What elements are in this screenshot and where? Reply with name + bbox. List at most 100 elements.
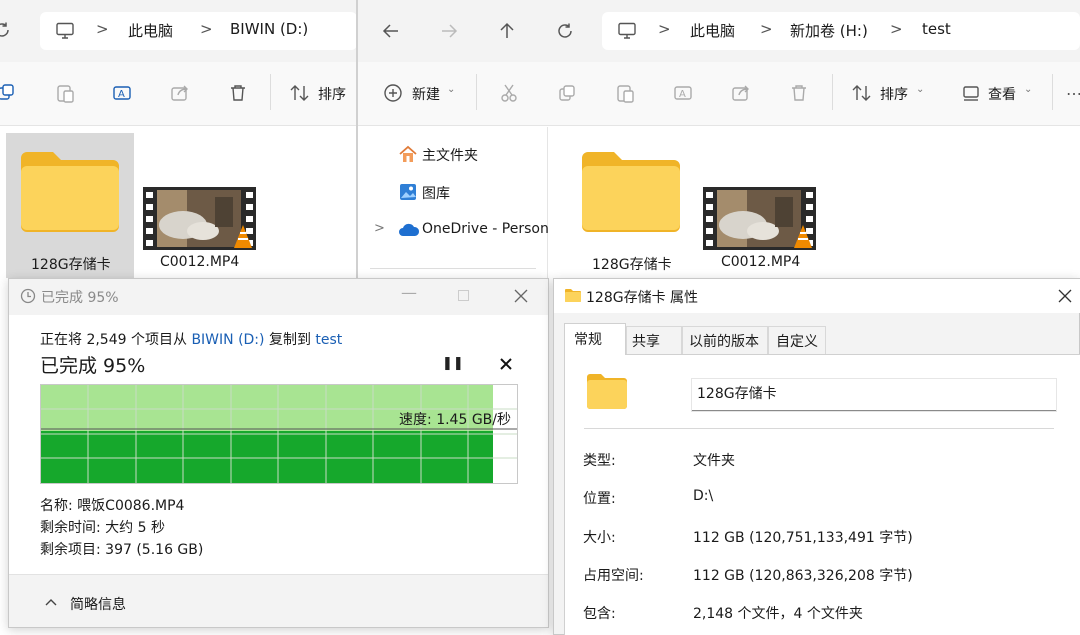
property-value: D:\: [693, 488, 714, 504]
delete-icon[interactable]: [227, 82, 249, 104]
destination-link[interactable]: test: [315, 332, 342, 348]
chevron-right-icon[interactable]: >: [890, 20, 903, 38]
item-label[interactable]: C0012.MP4: [160, 254, 239, 270]
chevron-right-icon[interactable]: >: [374, 221, 385, 236]
breadcrumb-item[interactable]: test: [922, 20, 951, 38]
speed-graph: 速度: 1.45 GB/秒: [40, 384, 518, 484]
folder-icon: [586, 373, 628, 409]
graph-gridlines: [41, 385, 517, 483]
toolbar-divider: [270, 74, 271, 110]
new-plus-icon[interactable]: [382, 82, 404, 104]
breadcrumb-item[interactable]: 此电脑: [690, 20, 735, 41]
cut-icon[interactable]: [498, 82, 520, 104]
property-value: 112 GB (120,863,326,208 字节): [693, 568, 913, 584]
pause-button[interactable]: ❚❚: [442, 356, 464, 371]
up-icon[interactable]: [496, 20, 518, 42]
refresh-icon[interactable]: [554, 20, 576, 42]
nav-item-gallery[interactable]: 图库: [422, 183, 450, 203]
chevron-up-icon[interactable]: [43, 595, 59, 609]
sort-icon[interactable]: [850, 82, 874, 104]
copy-icon[interactable]: [0, 82, 16, 102]
folder-icon[interactable]: [580, 150, 682, 232]
properties-title: 128G存储卡 属性: [586, 290, 699, 306]
toolbar-divider: [476, 74, 477, 110]
description-prefix: 正在将 2,549 个项目从: [40, 332, 192, 348]
more-icon[interactable]: …: [1066, 80, 1080, 99]
paste-icon[interactable]: [54, 82, 76, 104]
property-label: 类型:: [583, 453, 616, 469]
fewer-details-button[interactable]: 简略信息: [70, 594, 126, 614]
tab-label[interactable]: 以前的版本: [689, 331, 759, 351]
section-divider: [584, 428, 1054, 429]
sort-button[interactable]: 排序: [318, 84, 346, 104]
rename-icon[interactable]: A: [111, 82, 133, 104]
property-value: 2,148 个文件，4 个文件夹: [693, 606, 863, 622]
folder-small-icon: [564, 287, 582, 303]
file-name-line: 名称: 喂饭C0086.MP4: [40, 498, 185, 514]
refresh-icon[interactable]: [0, 20, 12, 40]
item-label[interactable]: 128G存储卡: [592, 254, 672, 274]
svg-text:A: A: [679, 89, 686, 100]
time-remaining-line: 剩余时间: 大约 5 秒: [40, 520, 165, 536]
view-button[interactable]: 查看: [988, 84, 1016, 104]
chevron-right-icon[interactable]: >: [96, 20, 109, 38]
sort-icon[interactable]: [288, 82, 312, 104]
home-icon: [398, 144, 418, 164]
sort-button[interactable]: 排序: [880, 84, 908, 104]
right-explorer-window: > 此电脑 > 新加卷 (H:) > test 新建 ⌄ A 排序 ⌄ 查看 ⌄…: [358, 0, 1080, 280]
computer-icon: [54, 21, 76, 41]
copy-icon[interactable]: [556, 82, 578, 104]
tab-label[interactable]: 常规: [574, 329, 602, 349]
svg-text:A: A: [118, 89, 125, 100]
item-label[interactable]: C0012.MP4: [721, 254, 800, 270]
dialog-title: 已完成 95%: [41, 290, 119, 306]
clock-icon: [19, 287, 37, 305]
share-icon[interactable]: [730, 82, 752, 104]
property-label: 占用空间:: [583, 568, 644, 584]
chevron-right-icon[interactable]: >: [200, 20, 213, 38]
cloud-icon: [398, 221, 420, 239]
item-label[interactable]: 128G存储卡: [31, 254, 111, 274]
forward-icon[interactable]: [438, 20, 460, 42]
copy-description: 正在将 2,549 个项目从 BIWIN (D:) 复制到 test: [40, 329, 342, 349]
property-label: 大小:: [583, 530, 616, 546]
breadcrumb-item[interactable]: BIWIN (D:): [230, 20, 308, 38]
source-link[interactable]: BIWIN (D:): [191, 332, 264, 348]
cancel-copy-button[interactable]: [498, 356, 514, 372]
close-icon[interactable]: [512, 287, 530, 305]
share-icon[interactable]: [169, 82, 191, 104]
view-icon[interactable]: [960, 82, 982, 104]
chevron-down-icon[interactable]: ⌄: [447, 84, 455, 95]
chevron-right-icon[interactable]: >: [658, 20, 671, 38]
folder-icon[interactable]: [19, 150, 121, 232]
nav-item-onedrive[interactable]: OneDrive - Person: [422, 221, 549, 237]
nav-divider: [370, 268, 536, 269]
speed-label: 速度: 1.45 GB/秒: [399, 412, 511, 428]
tab-label[interactable]: 共享: [632, 331, 660, 351]
rename-icon[interactable]: A: [672, 82, 694, 104]
chevron-down-icon[interactable]: ⌄: [916, 84, 924, 95]
description-middle: 复制到: [264, 332, 316, 348]
new-button[interactable]: 新建: [412, 84, 440, 104]
tab-label[interactable]: 自定义: [776, 331, 818, 351]
video-thumbnail-icon[interactable]: [143, 187, 256, 250]
minimize-icon[interactable]: —: [401, 283, 417, 302]
property-label: 包含:: [583, 606, 616, 622]
close-icon[interactable]: [1056, 287, 1074, 305]
folder-name-value: 128G存储卡: [697, 386, 777, 402]
breadcrumb-item[interactable]: 此电脑: [128, 20, 173, 41]
properties-dialog: 128G存储卡 属性 常规 共享 以前的版本 自定义 128G存储卡 类型: 文…: [553, 278, 1080, 635]
property-label: 位置:: [583, 491, 616, 507]
maximize-icon[interactable]: [458, 290, 469, 301]
left-explorer-window: > 此电脑 > BIWIN (D:) A 排序 128G存储卡 C0012.MP…: [0, 0, 357, 280]
paste-icon[interactable]: [614, 82, 636, 104]
delete-icon[interactable]: [788, 82, 810, 104]
chevron-down-icon[interactable]: ⌄: [1024, 84, 1032, 95]
back-icon[interactable]: [380, 20, 402, 42]
video-thumbnail-icon[interactable]: [703, 187, 816, 250]
progress-heading: 已完成 95%: [40, 355, 146, 377]
breadcrumb-item[interactable]: 新加卷 (H:): [790, 20, 868, 41]
chevron-right-icon[interactable]: >: [760, 20, 773, 38]
left-breadcrumb[interactable]: [40, 12, 357, 50]
nav-item-home[interactable]: 主文件夹: [422, 145, 478, 165]
